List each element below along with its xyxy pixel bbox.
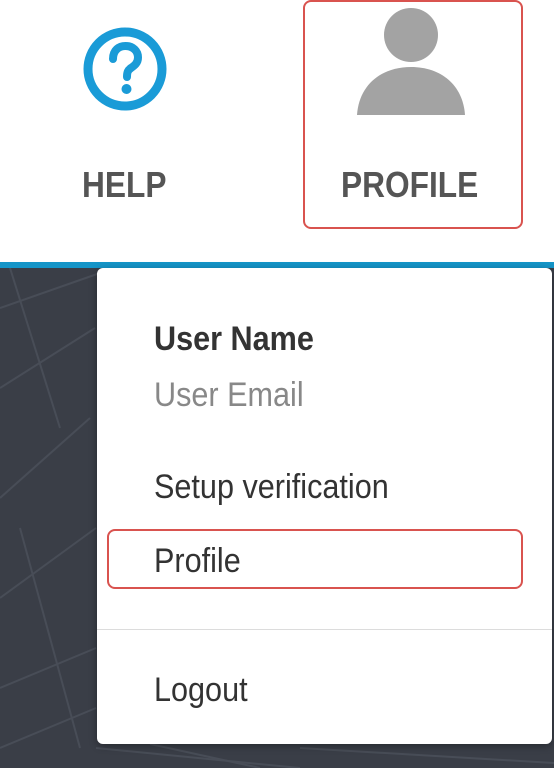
user-email: User Email: [154, 376, 304, 414]
menu-divider: [97, 629, 552, 630]
setup-verification-menu-item[interactable]: Setup verification: [154, 468, 389, 507]
profile-dropdown-menu: User Name User Email Setup verification …: [97, 268, 552, 744]
profile-menu-item[interactable]: Profile: [154, 542, 241, 581]
user-avatar-icon: [357, 8, 465, 115]
help-question-icon: [83, 27, 167, 111]
profile-label: PROFILE: [341, 164, 479, 205]
page: HELP PROFILE User Name User Email Setup …: [0, 0, 554, 768]
help-nav-button[interactable]: HELP: [36, 0, 216, 230]
profile-nav-button[interactable]: PROFILE: [303, 0, 523, 229]
help-label: HELP: [82, 164, 167, 205]
top-navigation: HELP PROFILE: [0, 0, 554, 262]
logout-menu-item[interactable]: Logout: [154, 671, 248, 710]
user-name: User Name: [154, 320, 314, 358]
